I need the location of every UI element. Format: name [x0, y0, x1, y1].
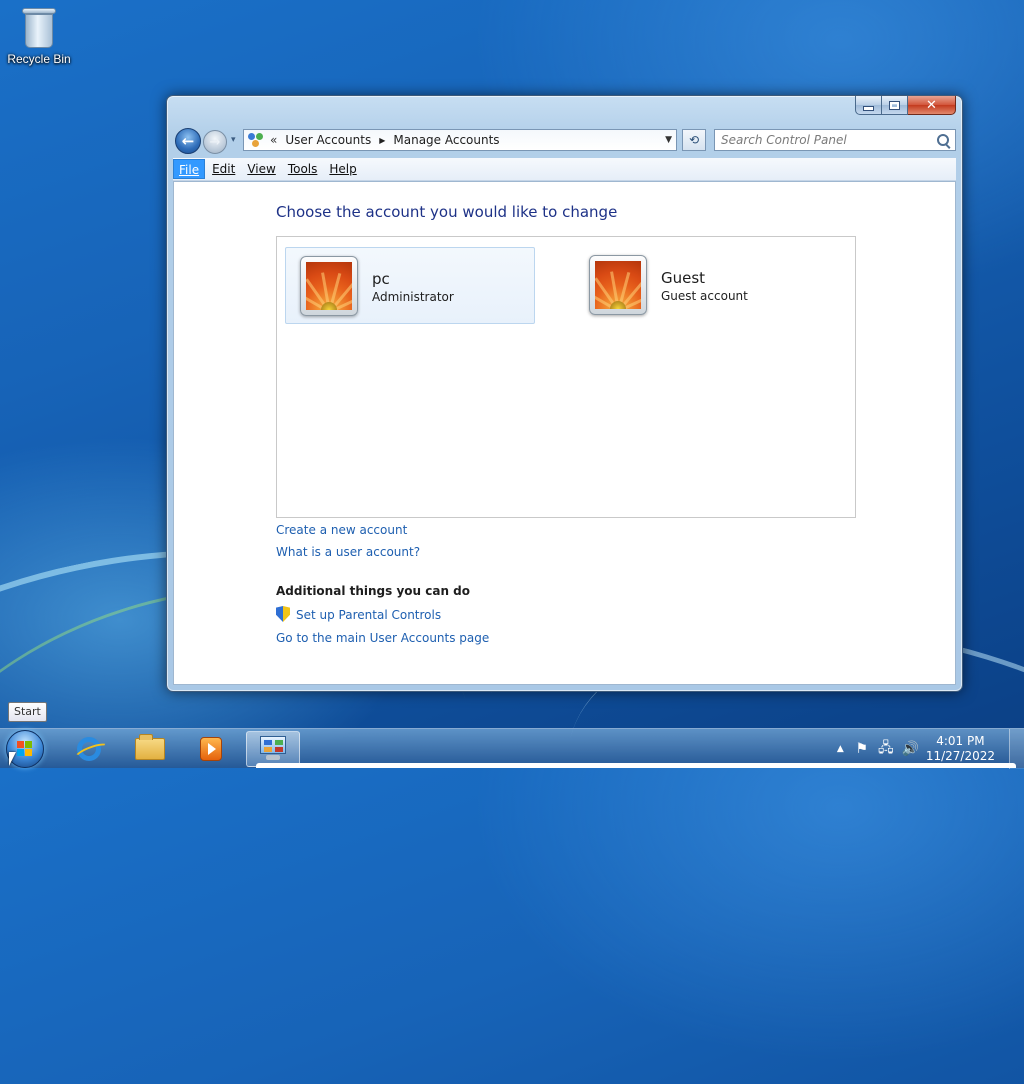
- close-button[interactable]: ✕: [908, 96, 956, 115]
- taskbar: ▲ ⚑ 🖧 🔊 4:01 PM 11/27/2022: [0, 728, 1024, 769]
- maximize-icon: [889, 100, 900, 110]
- close-icon: ✕: [926, 97, 937, 113]
- forward-button[interactable]: →: [203, 130, 227, 154]
- flower-avatar-icon: [589, 255, 647, 315]
- accounts-list: pc Administrator Guest Guest account: [276, 236, 856, 518]
- create-new-account-link[interactable]: Create a new account: [276, 523, 407, 537]
- menu-view-label: View: [247, 162, 276, 176]
- account-tile-guest[interactable]: Guest Guest account: [575, 247, 825, 324]
- mouse-cursor-icon: [9, 752, 16, 766]
- menu-tools[interactable]: Tools: [283, 159, 323, 179]
- search-icon[interactable]: [937, 134, 949, 146]
- volume-icon[interactable]: 🔊: [902, 741, 919, 757]
- breadcrumb-separator-icon[interactable]: ▶: [379, 136, 385, 145]
- internet-explorer-icon: [77, 737, 101, 761]
- folder-icon: [135, 734, 165, 760]
- taskbar-windows-explorer[interactable]: [123, 731, 177, 767]
- user-accounts-icon: [247, 132, 265, 148]
- menu-help[interactable]: Help: [324, 159, 361, 179]
- maximize-button[interactable]: [882, 96, 908, 115]
- taskbar-internet-explorer[interactable]: [62, 731, 116, 767]
- recent-pages-dropdown[interactable]: ▾: [231, 135, 236, 145]
- menu-tools-label: Tools: [287, 162, 318, 176]
- menu-edit[interactable]: Edit: [207, 159, 240, 179]
- desktop-icon-label: Recycle Bin: [7, 52, 71, 66]
- clock-date: 11/27/2022: [925, 749, 995, 763]
- address-dropdown-icon[interactable]: ▼: [665, 135, 672, 145]
- breadcrumb-user-accounts[interactable]: User Accounts: [285, 133, 371, 147]
- windows-logo-icon: [17, 741, 33, 757]
- search-box[interactable]: [714, 129, 956, 151]
- account-name: pc: [372, 270, 390, 288]
- bottom-popup-edge: [256, 763, 1016, 768]
- menu-file-label: File: [179, 163, 200, 177]
- network-icon[interactable]: 🖧: [878, 737, 894, 761]
- breadcrumb-overflow-button[interactable]: «: [270, 133, 277, 147]
- what-is-user-account-link[interactable]: What is a user account?: [276, 545, 420, 559]
- menu-view[interactable]: View: [242, 159, 280, 179]
- refresh-icon: ⟲: [688, 133, 700, 147]
- content-pane: Choose the account you would like to cha…: [173, 181, 956, 685]
- clock-time: 4:01 PM: [936, 734, 985, 748]
- menu-file[interactable]: File: [173, 159, 206, 179]
- uac-shield-icon: [276, 606, 290, 622]
- show-hidden-icons-button[interactable]: ▲: [837, 744, 844, 754]
- navigation-bar: ← → ▾ « User Accounts ▶ Manage Accounts …: [175, 127, 956, 155]
- caption-buttons: ✕: [855, 96, 956, 115]
- forward-arrow-icon: →: [209, 134, 221, 150]
- flower-avatar-icon: [300, 256, 358, 316]
- address-bar[interactable]: « User Accounts ▶ Manage Accounts ▼: [243, 129, 677, 151]
- clock[interactable]: 4:01 PM 11/27/2022: [926, 734, 995, 764]
- breadcrumb-manage-accounts[interactable]: Manage Accounts: [393, 133, 499, 147]
- back-button[interactable]: ←: [175, 128, 201, 154]
- account-name: Guest: [661, 269, 706, 287]
- refresh-button[interactable]: ⟲: [682, 129, 706, 151]
- menu-bar: File Edit View Tools Help: [173, 158, 956, 181]
- main-user-accounts-link[interactable]: Go to the main User Accounts page: [276, 631, 489, 645]
- menu-edit-label: Edit: [212, 162, 236, 176]
- parental-controls-link[interactable]: Set up Parental Controls: [296, 608, 441, 622]
- minimize-icon: [863, 105, 874, 111]
- desktop-icon-recycle-bin[interactable]: Recycle Bin: [4, 6, 74, 66]
- account-tile-pc[interactable]: pc Administrator: [285, 247, 535, 324]
- account-type: Guest account: [661, 289, 748, 303]
- start-tooltip: Start: [8, 702, 47, 722]
- user-accounts-window: ✕ ← → ▾ « User Accounts ▶ Manage Account…: [166, 95, 963, 692]
- back-arrow-icon: ←: [181, 132, 195, 150]
- action-center-flag-icon[interactable]: ⚑: [854, 741, 870, 757]
- taskbar-media-player[interactable]: [184, 731, 238, 767]
- minimize-button[interactable]: [855, 96, 882, 115]
- menu-help-label: Help: [329, 162, 357, 176]
- recycle-bin-icon: [22, 6, 56, 50]
- account-type: Administrator: [372, 290, 454, 304]
- search-input[interactable]: [721, 132, 926, 148]
- additional-things-heading: Additional things you can do: [276, 584, 471, 598]
- taskbar-control-panel[interactable]: [246, 731, 300, 767]
- control-panel-icon: [258, 736, 288, 762]
- page-title: Choose the account you would like to cha…: [276, 203, 618, 221]
- media-player-icon: [200, 737, 222, 761]
